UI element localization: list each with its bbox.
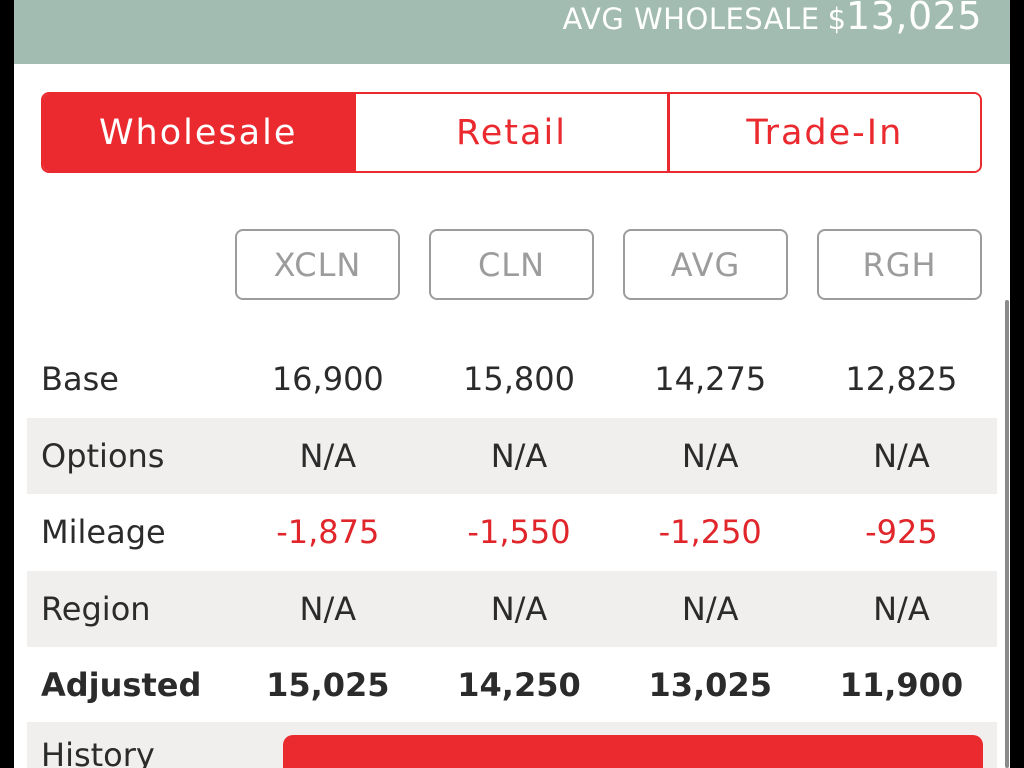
cell-value: -925 <box>865 513 938 552</box>
condition-xcln-button[interactable]: XCLN <box>235 229 400 300</box>
currency-symbol: $ <box>827 2 847 36</box>
valuation-type-tabs: Wholesale Retail Trade-In <box>41 92 982 173</box>
condition-avg-button[interactable]: AVG <box>623 229 788 300</box>
cell-value: N/A <box>299 589 357 628</box>
cell-value: 11,900 <box>839 666 964 705</box>
tab-wholesale[interactable]: Wholesale <box>43 94 354 171</box>
tab-retail[interactable]: Retail <box>353 94 667 171</box>
row-label: Adjusted <box>41 666 202 705</box>
cell-value: 14,275 <box>654 360 767 399</box>
summary-header: AVG WHOLESALE $13,025 <box>14 0 1010 64</box>
table-row-adjusted: Adjusted 15,025 14,250 13,025 11,900 <box>27 647 997 724</box>
cell-value: N/A <box>299 436 357 475</box>
app-screen: AVG WHOLESALE $13,025 Wholesale Retail T… <box>14 0 1010 768</box>
cell-value: N/A <box>490 436 548 475</box>
table-row-history: History <box>27 722 997 768</box>
cell-value: 13,025 <box>648 666 772 705</box>
cell-value: 12,825 <box>845 360 958 399</box>
table-row-options: Options N/A N/A N/A N/A <box>27 417 997 494</box>
condition-rgh-button[interactable]: RGH <box>817 229 982 300</box>
cell-value: N/A <box>490 589 548 628</box>
row-label: Region <box>41 589 151 628</box>
cell-value: 15,025 <box>266 666 390 705</box>
cell-value: N/A <box>681 436 739 475</box>
cell-value: -1,550 <box>467 513 571 552</box>
avg-wholesale-label: AVG WHOLESALE <box>562 2 820 36</box>
table-row-base: Base 16,900 15,800 14,275 12,825 <box>27 341 997 418</box>
table-row-region: Region N/A N/A N/A N/A <box>27 570 997 647</box>
avg-wholesale-summary: AVG WHOLESALE $13,025 <box>563 0 983 38</box>
row-label: Options <box>41 436 165 475</box>
scrollbar[interactable] <box>1005 300 1009 768</box>
avg-wholesale-amount: $13,025 <box>828 0 982 38</box>
valuation-table: Base 16,900 15,800 14,275 12,825 Options… <box>27 341 997 724</box>
cell-value: N/A <box>873 436 930 475</box>
tab-trade-in[interactable]: Trade-In <box>666 94 980 171</box>
avg-wholesale-value: 13,025 <box>846 0 982 38</box>
cell-value: -1,250 <box>658 513 762 552</box>
condition-cln-button[interactable]: CLN <box>429 229 594 300</box>
condition-selector: XCLN CLN AVG RGH <box>235 229 982 300</box>
row-label: Base <box>41 360 119 399</box>
cell-value: 16,900 <box>271 360 384 399</box>
device-frame: AVG WHOLESALE $13,025 Wholesale Retail T… <box>0 0 1024 768</box>
cell-value: 15,800 <box>463 360 575 399</box>
cell-value: -1,875 <box>276 513 380 552</box>
history-button[interactable] <box>283 735 983 768</box>
cell-value: N/A <box>681 589 739 628</box>
cell-value: 14,250 <box>457 666 581 705</box>
history-label: History <box>41 736 155 768</box>
cell-value: N/A <box>873 589 930 628</box>
row-label: Mileage <box>41 513 166 552</box>
table-row-mileage: Mileage -1,875 -1,550 -1,250 -925 <box>27 494 997 571</box>
